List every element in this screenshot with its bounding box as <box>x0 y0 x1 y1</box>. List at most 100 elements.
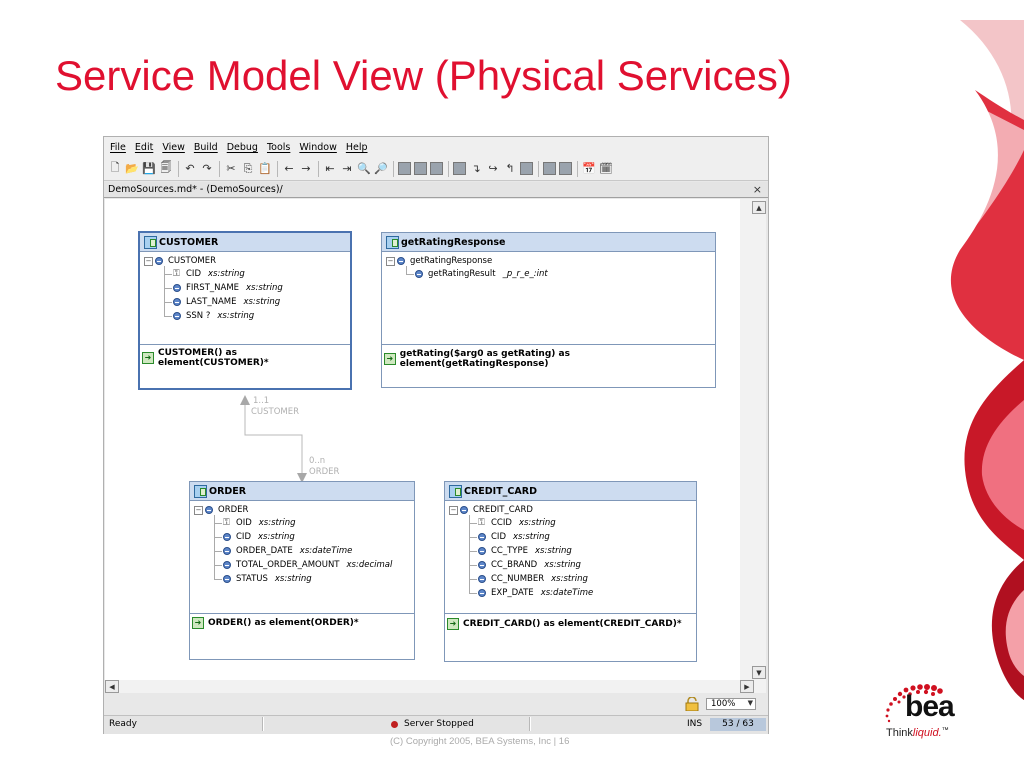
function-icon: ➜ <box>447 618 459 630</box>
tree-field[interactable]: ⚿ OID xs:string <box>223 518 295 528</box>
collapse-icon[interactable]: − <box>144 256 153 266</box>
horizontal-scrollbar[interactable]: ◀ ▶ <box>105 680 766 693</box>
cut-icon[interactable]: ✂ <box>224 162 238 176</box>
menu-help[interactable]: Help <box>346 142 368 153</box>
menu-window[interactable]: Window <box>299 142 336 153</box>
tree-field[interactable]: LAST_NAME xs:string <box>173 297 280 307</box>
back-arrow-icon[interactable]: ← <box>282 162 296 176</box>
menu-view[interactable]: View <box>162 142 185 153</box>
entity-order[interactable]: ORDER − ORDER ⚿ OID xs:string CID xs:str… <box>189 481 415 660</box>
watch-icon[interactable] <box>543 162 556 175</box>
field-type: xs:string <box>208 269 245 279</box>
debug-icon[interactable] <box>453 162 466 175</box>
paste-icon[interactable]: 📋 <box>258 162 272 176</box>
tree-field[interactable]: CID xs:string <box>223 532 295 542</box>
menu-file[interactable]: File <box>110 142 126 153</box>
save-all-icon[interactable]: 🗐 <box>159 161 173 176</box>
close-icon[interactable]: × <box>753 183 762 196</box>
tree-field[interactable]: ⚿ CID xs:string <box>173 269 245 279</box>
toolbar-separator <box>577 160 578 177</box>
function-signature: CUSTOMER() as element(CUSTOMER)* <box>157 348 269 368</box>
menu-debug[interactable]: Debug <box>227 142 258 153</box>
save-icon[interactable]: 💾 <box>142 162 156 176</box>
read-function[interactable]: ➜ CREDIT_CARD() as element(CREDIT_CARD)* <box>445 618 696 630</box>
locals-icon[interactable] <box>559 162 572 175</box>
step-over-icon[interactable]: ↪ <box>486 162 500 176</box>
build-all-icon[interactable] <box>414 162 427 175</box>
lock-icon[interactable] <box>684 697 700 711</box>
tree-field[interactable]: ORDER_DATE xs:dateTime <box>223 546 352 556</box>
tree-field[interactable]: STATUS xs:string <box>223 574 312 584</box>
tree-field[interactable]: getRatingResult _p_r_e_:int <box>415 269 548 279</box>
tree-root[interactable]: − ORDER <box>194 505 248 515</box>
forward-arrow-icon[interactable]: → <box>299 162 313 176</box>
editor-tab[interactable]: DemoSources.md* - (DemoSources)/ × <box>104 182 768 198</box>
undo-icon[interactable]: ↶ <box>183 162 197 176</box>
indent-icon[interactable]: ⇤ <box>323 162 337 176</box>
calendar-icon[interactable]: 📅 <box>582 162 596 176</box>
entity-get-rating-response[interactable]: getRatingResponse − getRatingResponse ge… <box>381 232 716 388</box>
diagram-canvas[interactable]: 1..1 CUSTOMER 0..n ORDER CUSTOMER − CUST… <box>105 199 740 680</box>
tree-field[interactable]: FIRST_NAME xs:string <box>173 283 283 293</box>
deploy-icon[interactable]: 🗓 <box>599 162 613 176</box>
tagline-think: Think <box>886 727 913 739</box>
tree-connector <box>469 593 477 594</box>
redo-icon[interactable]: ↷ <box>200 162 214 176</box>
menu-tools[interactable]: Tools <box>267 142 290 153</box>
tree-field[interactable]: CID xs:string <box>478 532 550 542</box>
build-icon[interactable] <box>398 162 411 175</box>
zoom-bar: 100% ▼ <box>104 695 768 713</box>
toolbar-separator <box>448 160 449 177</box>
tree-field[interactable]: ⚿ CCID xs:string <box>478 518 556 528</box>
read-function[interactable]: ➜ CUSTOMER() as element(CUSTOMER)* <box>140 348 350 368</box>
tree-field[interactable]: CC_NUMBER xs:string <box>478 574 588 584</box>
tree-field[interactable]: SSN ? xs:string <box>173 311 254 321</box>
outdent-icon[interactable]: ⇥ <box>340 162 354 176</box>
step-out-icon[interactable]: ↰ <box>503 162 517 176</box>
tree-connector <box>164 316 172 317</box>
collapse-icon[interactable]: − <box>194 505 203 515</box>
element-icon <box>460 506 468 514</box>
element-icon <box>223 561 231 569</box>
entity-customer[interactable]: CUSTOMER − CUSTOMER ⚿ CID xs:string FIRS… <box>138 231 352 390</box>
field-type: xs:string <box>274 574 312 584</box>
entity-schema-tree: − getRatingResponse getRatingResult _p_r… <box>382 252 715 345</box>
scroll-right-icon[interactable]: ▶ <box>740 680 754 693</box>
zoom-select[interactable]: 100% ▼ <box>706 698 756 710</box>
step-into-icon[interactable]: ↴ <box>469 162 483 176</box>
collapse-icon[interactable]: − <box>449 505 458 515</box>
scroll-down-icon[interactable]: ▼ <box>752 666 766 679</box>
tree-field[interactable]: TOTAL_ORDER_AMOUNT xs:decimal <box>223 560 392 570</box>
find-replace-icon[interactable]: 🔎 <box>374 162 388 176</box>
tree-field[interactable]: CC_BRAND xs:string <box>478 560 581 570</box>
stop-build-icon[interactable] <box>430 162 443 175</box>
menu-build[interactable]: Build <box>194 142 218 153</box>
entity-schema-tree: − CUSTOMER ⚿ CID xs:string FIRST_NAME xs… <box>140 252 350 345</box>
menu-edit[interactable]: Edit <box>135 142 153 153</box>
scroll-left-icon[interactable]: ◀ <box>105 680 119 693</box>
copy-icon[interactable]: ⎘ <box>241 162 255 176</box>
menu-bar: File Edit View Build Debug Tools Window … <box>104 137 768 157</box>
field-type: xs:string <box>551 574 588 584</box>
collapse-icon[interactable]: − <box>386 256 395 266</box>
entity-header: getRatingResponse <box>382 233 715 252</box>
vertical-scrollbar[interactable]: ▲ ▼ <box>740 199 766 680</box>
element-icon <box>478 589 486 597</box>
scroll-up-icon[interactable]: ▲ <box>752 201 766 214</box>
new-file-icon[interactable]: 🗋 <box>108 161 122 176</box>
tree-field[interactable]: EXP_DATE xs:dateTime <box>478 588 593 598</box>
tree-connector <box>469 515 470 593</box>
read-function[interactable]: ➜ ORDER() as element(ORDER)* <box>190 617 414 629</box>
entity-schema-tree: − ORDER ⚿ OID xs:string CID xs:string OR… <box>190 501 414 614</box>
tree-root[interactable]: − CUSTOMER <box>144 256 216 266</box>
find-icon[interactable]: 🔍 <box>357 162 371 176</box>
tree-root[interactable]: − CREDIT_CARD <box>449 505 533 515</box>
field-name: CID <box>186 269 201 279</box>
tree-root[interactable]: − getRatingResponse <box>386 256 492 266</box>
relationship-bottom-cardinality: 0..n <box>309 456 326 466</box>
open-folder-icon[interactable]: 📂 <box>125 162 139 176</box>
read-function[interactable]: ➜ getRating($arg0 as getRating) as eleme… <box>382 349 715 369</box>
entity-credit-card[interactable]: CREDIT_CARD − CREDIT_CARD ⚿ CCID xs:stri… <box>444 481 697 662</box>
tree-field[interactable]: CC_TYPE xs:string <box>478 546 572 556</box>
breakpoint-icon[interactable] <box>520 162 533 175</box>
